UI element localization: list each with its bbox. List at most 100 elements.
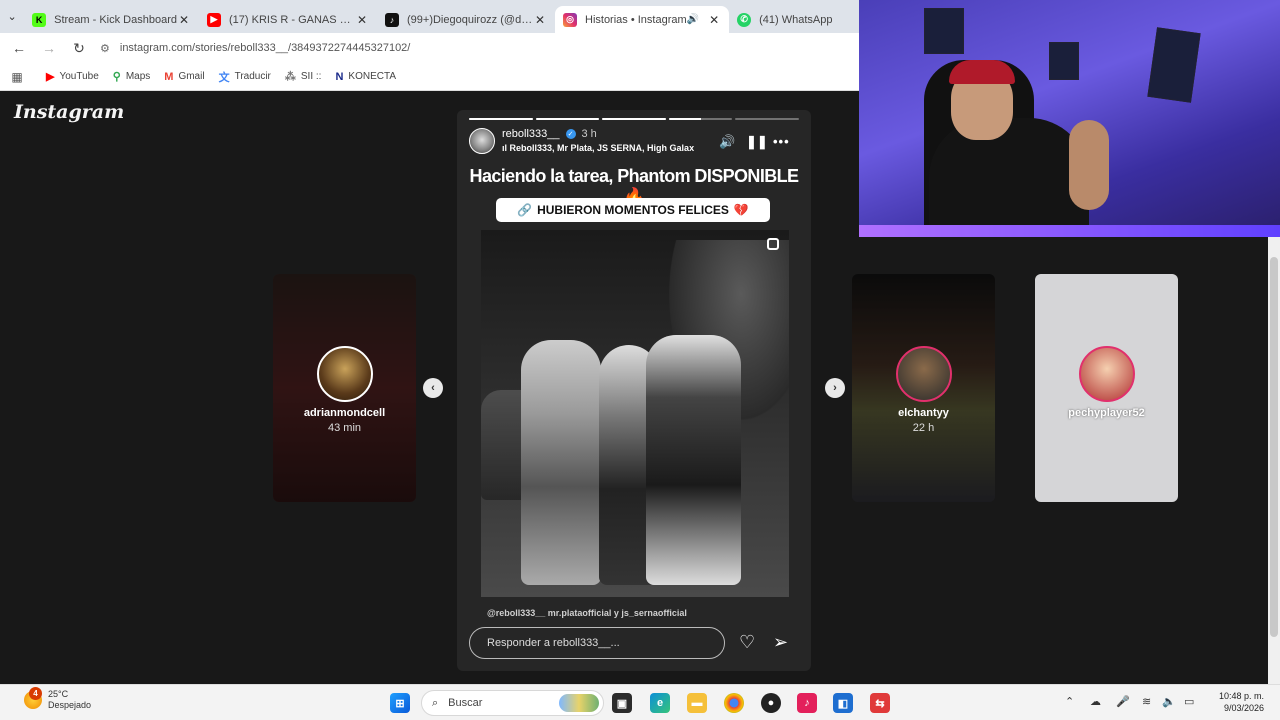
bookmark-gmail[interactable]: M Gmail — [164, 71, 204, 83]
tab-tiktok[interactable]: ♪ (99+)Diegoquirozz (@dieg ✕ — [377, 6, 555, 33]
progress-segment — [668, 118, 733, 120]
side-story-pechyplayer52[interactable]: pechyplayer52 — [1035, 274, 1178, 502]
mention-icon — [767, 238, 779, 250]
search-icon: ⌕ — [432, 696, 439, 709]
bookmarks-bar: ▦ ▶ YouTube ⚲ Maps M Gmail 文 Traducir ⁂ SII :… — [0, 63, 860, 91]
avatar — [895, 346, 952, 402]
close-icon[interactable]: ✕ — [177, 13, 191, 27]
tab-title: Stream - Kick Dashboard — [54, 13, 177, 26]
story-author-avatar[interactable] — [469, 128, 495, 154]
chevron-up-icon[interactable]: ⌃ — [1065, 695, 1074, 708]
edge-icon[interactable]: e — [650, 693, 670, 713]
tab-title: Historias • Instagram — [585, 13, 687, 26]
tab-title: (99+)Diegoquirozz (@dieg — [407, 13, 533, 26]
close-icon[interactable]: ✕ — [355, 13, 369, 27]
clock-time: 10:48 p. m. — [1218, 691, 1264, 701]
progress-segment — [469, 118, 533, 120]
side-story-time: 43 min — [327, 422, 362, 434]
bookmark-konecta[interactable]: N KONECTA — [335, 71, 396, 83]
capcut-icon[interactable]: ♪ — [797, 693, 817, 713]
address-bar: ← → ↻ ⚙ instagram.com/stories/reboll333_… — [0, 33, 860, 63]
sun-icon: 4 — [24, 687, 42, 709]
weather-description: Despejado — [48, 700, 92, 710]
story-mentions[interactable]: @reboll333__ mr.plataofficial y js_serna… — [487, 608, 687, 618]
reply-input[interactable]: Responder a reboll333__... — [469, 627, 725, 659]
battery-icon[interactable]: ▭ — [1184, 695, 1194, 708]
search-highlight-image — [559, 694, 599, 712]
url-field[interactable]: ⚙ instagram.com/stories/reboll333__/3849… — [100, 35, 850, 61]
tiktok-icon: ♪ — [385, 12, 399, 27]
instagram-logo[interactable]: Instagram — [14, 101, 124, 123]
story-music[interactable]: ıl Reboll333, Mr Plata, JS SERNA, High G… — [502, 143, 707, 153]
send-icon[interactable]: ➢ — [773, 632, 788, 653]
bookmark-translate[interactable]: 文 Traducir — [219, 69, 271, 85]
konecta-icon: N — [335, 70, 344, 83]
story-progress — [469, 118, 799, 120]
wifi-icon[interactable]: ≋ — [1142, 695, 1151, 708]
bookmark-maps[interactable]: ⚲ Maps — [113, 70, 151, 83]
instagram-icon: ◎ — [563, 12, 577, 27]
story-link-sticker[interactable]: 🔗 HUBIERON MOMENTOS FELICES 💔 — [496, 198, 770, 222]
notification-badge: 4 — [29, 687, 42, 700]
speaker-icon[interactable]: 🔊 — [687, 14, 699, 25]
microphone-icon[interactable]: 🎤 — [1116, 695, 1130, 708]
obs-icon[interactable]: ● — [761, 693, 781, 713]
story-author: reboll333__ ✓ 3 h — [502, 128, 597, 140]
more-options-icon[interactable]: ••• — [773, 134, 790, 149]
task-view-icon[interactable]: ▣ — [612, 693, 632, 713]
side-story-name: pechyplayer52 — [1068, 407, 1145, 419]
taskbar-search[interactable]: ⌕ Buscar — [421, 690, 604, 716]
close-icon[interactable]: ✕ — [707, 13, 721, 27]
weather-temperature: 25°C — [48, 689, 69, 699]
progress-segment — [735, 118, 799, 120]
tab-instagram[interactable]: ◎ Historias • Instagram 🔊 ✕ — [555, 6, 730, 33]
heart-icon[interactable]: ♡ — [739, 632, 755, 653]
app-icon[interactable]: ⇆ — [870, 693, 890, 713]
reload-icon[interactable]: ↻ — [64, 40, 94, 57]
forward-icon[interactable]: → — [34, 40, 64, 56]
tab-whatsapp[interactable]: ✆ (41) WhatsApp — [729, 6, 860, 33]
next-story-button[interactable]: › — [825, 378, 845, 398]
windows-start-icon[interactable]: ⊞ — [390, 693, 410, 713]
tab-search-button[interactable]: ⌄ — [0, 0, 24, 33]
tab-youtube[interactable]: ▶ (17) KRIS R - GANAS 💖 (V ✕ — [199, 6, 377, 33]
bookmark-sii[interactable]: ⁂ SII :: — [285, 70, 322, 83]
previous-story-button[interactable]: ‹ — [423, 378, 443, 398]
side-story-elchantyy[interactable]: elchantyy 22 h — [852, 274, 995, 502]
speaker-icon[interactable]: 🔈 — [1162, 695, 1176, 708]
tab-title: (41) WhatsApp — [759, 13, 833, 26]
progress-segment — [602, 118, 666, 120]
page-scrollbar[interactable] — [1268, 237, 1280, 684]
gmail-icon: M — [164, 70, 174, 83]
volume-icon[interactable]: 🔊 — [719, 134, 735, 150]
youtube-icon: ▶ — [207, 12, 221, 27]
side-story-name: elchantyy — [898, 407, 949, 419]
close-icon[interactable]: ✕ — [533, 13, 547, 27]
tab-title: (17) KRIS R - GANAS 💖 (V — [229, 14, 355, 26]
maps-icon: ⚲ — [112, 71, 121, 83]
music-bars-icon: ıl — [502, 143, 510, 153]
weather-widget[interactable]: 4 25°C Despejado — [24, 687, 92, 711]
side-story-adrianmondcell[interactable]: adrianmondcell 43 min — [273, 274, 416, 502]
kick-icon: K — [32, 12, 47, 27]
tab-kick[interactable]: K Stream - Kick Dashboard ✕ — [24, 6, 199, 33]
file-explorer-icon[interactable]: ▬ — [687, 693, 707, 713]
windows-taskbar: 4 25°C Despejado ⊞ ⌕ Buscar ▣ e ▬ ● ♪ ◧ … — [0, 684, 1280, 720]
youtube-icon: ▶ — [46, 71, 55, 83]
webcam-overlay — [859, 0, 1280, 237]
site-settings-icon[interactable]: ⚙ — [100, 42, 110, 55]
back-icon[interactable]: ← — [4, 40, 34, 56]
progress-segment — [535, 118, 600, 120]
pause-icon[interactable]: ❚❚ — [746, 134, 768, 150]
avatar — [1078, 346, 1135, 402]
story-username[interactable]: reboll333__ — [502, 128, 560, 140]
link-icon: 🔗 — [517, 203, 533, 217]
cloud-icon[interactable]: ☁ — [1090, 695, 1101, 708]
chrome-icon[interactable] — [724, 693, 744, 713]
system-clock[interactable]: 10:48 p. m. 9/03/2026 — [1208, 690, 1264, 714]
side-story-name: adrianmondcell — [303, 407, 386, 419]
avatar — [316, 346, 373, 402]
store-icon[interactable]: ◧ — [833, 693, 853, 713]
apps-grid-icon[interactable]: ▦ — [0, 70, 34, 84]
bookmark-youtube[interactable]: ▶ YouTube — [46, 70, 99, 83]
